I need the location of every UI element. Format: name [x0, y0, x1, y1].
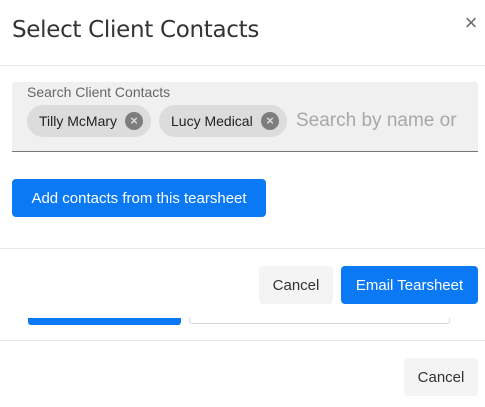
close-circle-icon[interactable]: ×: [125, 112, 143, 130]
search-field-label: Search Client Contacts: [27, 84, 171, 100]
search-input[interactable]: [296, 108, 474, 134]
email-tearsheet-button[interactable]: Email Tearsheet: [341, 266, 478, 304]
close-circle-icon[interactable]: ×: [261, 112, 279, 130]
select-client-contacts-dialog: Select Client Contacts × Search Client C…: [0, 0, 485, 407]
dialog-title: Select Client Contacts: [12, 17, 260, 43]
cancel-button[interactable]: Cancel: [259, 266, 333, 304]
contact-chip-tilly-mcmary: Tilly McMary ×: [27, 105, 151, 137]
contact-chip-lucy-medical: Lucy Medical ×: [159, 105, 287, 137]
chip-label: Lucy Medical: [171, 113, 253, 129]
section-divider: [0, 248, 485, 249]
dialog-header: Select Client Contacts ×: [0, 0, 485, 66]
client-contacts-search-field[interactable]: Search Client Contacts Tilly McMary × Lu…: [12, 82, 478, 152]
footer-divider: [0, 340, 485, 341]
underlying-input-field: [189, 318, 450, 324]
underlying-primary-button: [28, 318, 181, 325]
footer-cancel-button[interactable]: Cancel: [404, 358, 478, 396]
add-contacts-from-tearsheet-button[interactable]: Add contacts from this tearsheet: [12, 179, 266, 217]
close-icon[interactable]: ×: [462, 12, 480, 34]
chip-label: Tilly McMary: [39, 113, 118, 129]
